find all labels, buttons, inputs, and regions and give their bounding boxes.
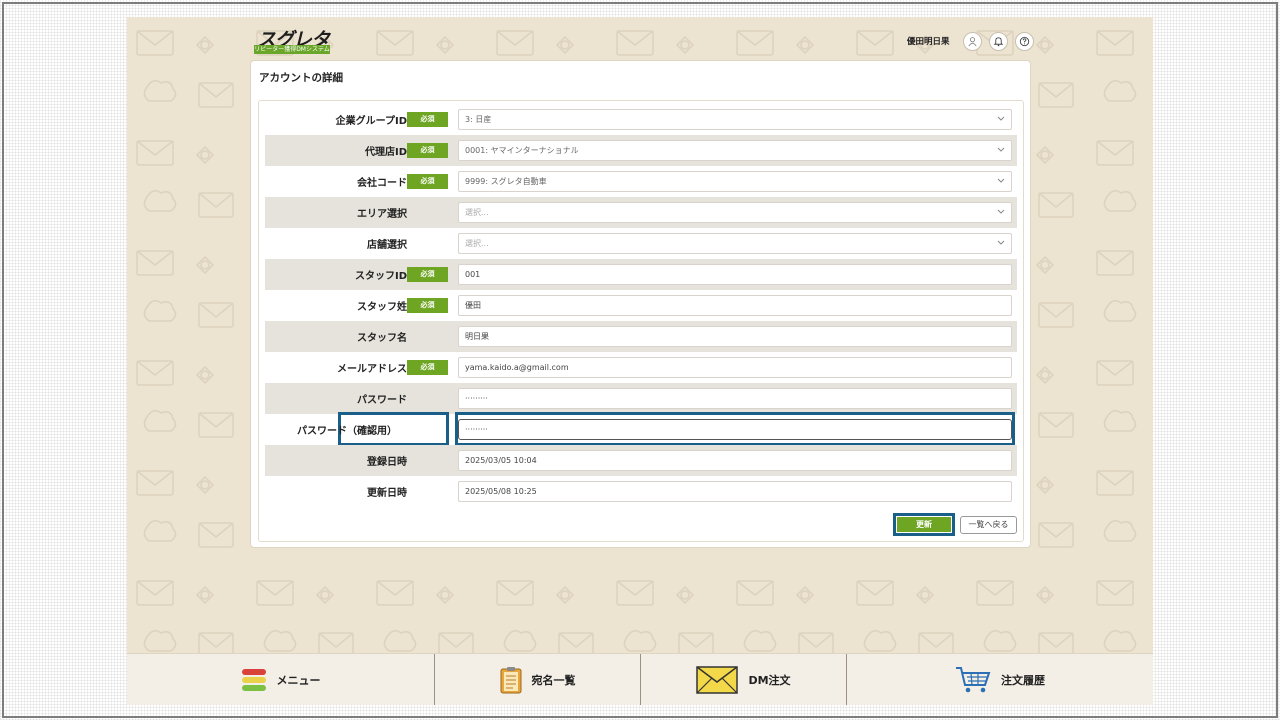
select-value: 3: 日産	[465, 115, 492, 124]
required-badge: 必須	[407, 360, 448, 375]
chevron-down-icon	[997, 178, 1005, 183]
app-window: スグレタ リピーター獲得DMシステム 優田明日果 アカウントの詳細 企業グループ…	[127, 17, 1153, 705]
area-select[interactable]: 選択...	[458, 202, 1012, 223]
field-label: メールアドレス	[337, 364, 407, 375]
field-label: 代理店ID	[364, 147, 407, 158]
row-agency-id: 代理店ID 必須 0001: ヤマインターナショナル	[265, 135, 1017, 166]
required-badge: 必須	[407, 298, 448, 313]
form-container: 企業グループID 必須 3: 日産 代理店ID 必須 0001: ヤマインターナ…	[258, 100, 1024, 542]
bottom-nav: メニュー 宛名一覧 DM注文 注文履歴	[127, 653, 1153, 705]
app-logo[interactable]: スグレタ リピーター獲得DMシステム	[254, 25, 332, 55]
staff-id-input[interactable]: 001	[458, 264, 1012, 285]
user-profile-icon[interactable]	[962, 31, 982, 51]
nav-address-list-label: 宛名一覧	[531, 674, 576, 687]
user-area: 優田明日果	[907, 31, 1034, 51]
field-label: エリア選択	[357, 209, 407, 220]
nav-dm-order[interactable]: DM注文	[641, 654, 847, 705]
required-badge: 必須	[407, 267, 448, 282]
field-label: パスワード	[357, 395, 407, 406]
clipboard-icon	[500, 667, 521, 694]
company-code-select[interactable]: 9999: スグレタ自動車	[458, 171, 1012, 192]
chevron-down-icon	[997, 240, 1005, 245]
update-button[interactable]: 更新	[897, 517, 951, 532]
field-label: パスワード（確認用）	[297, 426, 397, 437]
required-badge: 必須	[407, 143, 448, 158]
account-detail-card: アカウントの詳細 企業グループID 必須 3: 日産 代理店ID 必須 0001…	[250, 60, 1031, 548]
row-password-confirm: パスワード（確認用） ·········	[265, 412, 1017, 446]
field-label: スタッフ姓	[357, 302, 407, 313]
registered-at-field: 2025/03/05 10:04	[458, 450, 1012, 471]
nav-dm-order-label: DM注文	[748, 674, 791, 687]
update-button-highlight: 更新	[893, 513, 955, 536]
password-input[interactable]: ·········	[458, 388, 1012, 409]
nav-menu-label: メニュー	[276, 674, 321, 687]
notification-bell-icon[interactable]	[988, 31, 1008, 51]
select-placeholder: 選択...	[465, 208, 489, 217]
page-title: アカウントの詳細	[259, 72, 343, 84]
chevron-down-icon	[997, 209, 1005, 214]
select-value: 0001: ヤマインターナショナル	[465, 146, 579, 155]
field-label: スタッフ名	[357, 333, 407, 344]
row-company-code: 会社コード 必須 9999: スグレタ自動車	[265, 166, 1017, 197]
store-select[interactable]: 選択...	[458, 233, 1012, 254]
required-badge: 必須	[407, 174, 448, 189]
row-staff-id: スタッフID 必須 001	[265, 259, 1017, 290]
menu-icon	[241, 669, 266, 691]
nav-order-history[interactable]: 注文履歴	[847, 654, 1153, 705]
field-label: 店舗選択	[367, 240, 407, 251]
field-label: 企業グループID	[335, 116, 407, 127]
field-label: 登録日時	[367, 457, 407, 468]
staff-last-name-input[interactable]: 優田	[458, 295, 1012, 316]
row-company-group-id: 企業グループID 必須 3: 日産	[265, 104, 1017, 135]
envelope-icon	[696, 666, 739, 694]
field-label: 更新日時	[367, 488, 407, 499]
back-to-list-button[interactable]: 一覧へ戻る	[960, 516, 1017, 534]
row-password: パスワード ·········	[265, 383, 1017, 414]
form-rows: 企業グループID 必須 3: 日産 代理店ID 必須 0001: ヤマインターナ…	[265, 104, 1017, 507]
row-staff-last-name: スタッフ姓 必須 優田	[265, 290, 1017, 321]
row-updated-at: 更新日時 2025/05/08 10:25	[265, 476, 1017, 507]
chevron-down-icon	[997, 116, 1005, 121]
email-input[interactable]: yama.kaido.a@gmail.com	[458, 357, 1012, 378]
required-badge: 必須	[407, 112, 448, 127]
nav-order-history-label: 注文履歴	[1001, 674, 1045, 687]
row-registered-at: 登録日時 2025/03/05 10:04	[265, 445, 1017, 476]
row-store-select: 店舗選択 選択...	[265, 228, 1017, 259]
nav-address-list[interactable]: 宛名一覧	[435, 654, 641, 705]
user-name: 優田明日果	[907, 37, 950, 47]
row-email: メールアドレス 必須 yama.kaido.a@gmail.com	[265, 352, 1017, 383]
agency-select[interactable]: 0001: ヤマインターナショナル	[458, 140, 1012, 161]
staff-first-name-input[interactable]: 明日果	[458, 326, 1012, 347]
chevron-down-icon	[997, 147, 1005, 152]
row-area-select: エリア選択 選択...	[265, 197, 1017, 228]
cart-icon	[956, 667, 991, 693]
nav-menu[interactable]: メニュー	[127, 654, 435, 705]
row-staff-first-name: スタッフ名 明日果	[265, 321, 1017, 352]
company-group-select[interactable]: 3: 日産	[458, 109, 1012, 130]
select-value: 9999: スグレタ自動車	[465, 177, 547, 186]
select-placeholder: 選択...	[465, 239, 489, 248]
password-confirm-input[interactable]: ·········	[458, 419, 1012, 440]
field-label: 会社コード	[357, 178, 407, 189]
field-label: スタッフID	[354, 271, 407, 282]
logo-subtitle: リピーター獲得DMシステム	[254, 45, 330, 54]
updated-at-field: 2025/05/08 10:25	[458, 481, 1012, 502]
help-icon[interactable]	[1014, 31, 1034, 51]
